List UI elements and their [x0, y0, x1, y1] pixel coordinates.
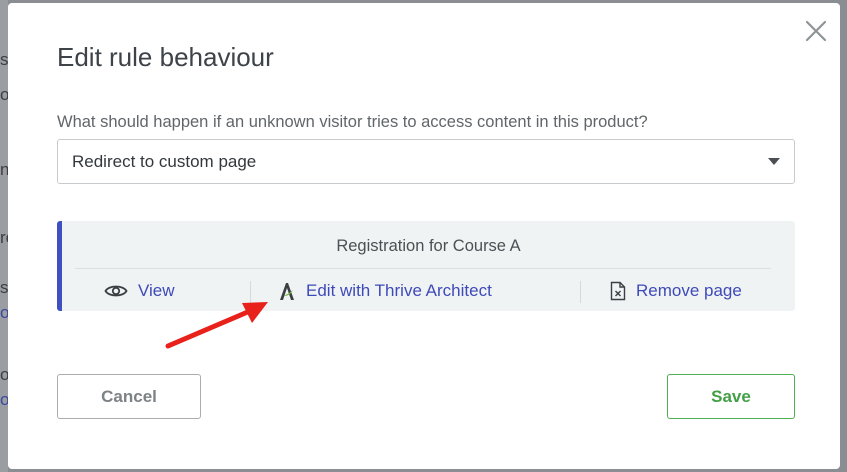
remove-page-link[interactable]: Remove page: [610, 279, 742, 303]
dialog-title: Edit rule behaviour: [57, 42, 274, 72]
save-button[interactable]: Save: [667, 374, 795, 419]
chevron-down-icon: [768, 158, 780, 165]
action-separator: [580, 281, 581, 303]
annotation-arrow: [165, 302, 268, 349]
custom-page-name: Registration for Course A: [336, 237, 521, 255]
file-remove-icon: [610, 281, 626, 301]
card-divider: [75, 268, 771, 269]
eye-icon: [104, 285, 128, 297]
edit-label: Edit with Thrive Architect: [306, 281, 492, 300]
edit-rule-dialog: Edit rule behaviour What should happen i…: [8, 3, 840, 469]
access-question-label: What should happen if an unknown visitor…: [57, 113, 648, 131]
close-button[interactable]: [804, 19, 828, 43]
background-page: s o na ro s o o o: [0, 0, 19, 472]
thrive-architect-icon: [280, 283, 294, 300]
select-value: Redirect to custom page: [72, 151, 257, 171]
redirect-behaviour-select[interactable]: Redirect to custom page: [57, 139, 795, 184]
cancel-button[interactable]: Cancel: [57, 374, 201, 419]
remove-label: Remove page: [636, 281, 742, 300]
edit-with-thrive-architect-link[interactable]: Edit with Thrive Architect: [278, 279, 492, 303]
close-icon: [805, 20, 827, 42]
